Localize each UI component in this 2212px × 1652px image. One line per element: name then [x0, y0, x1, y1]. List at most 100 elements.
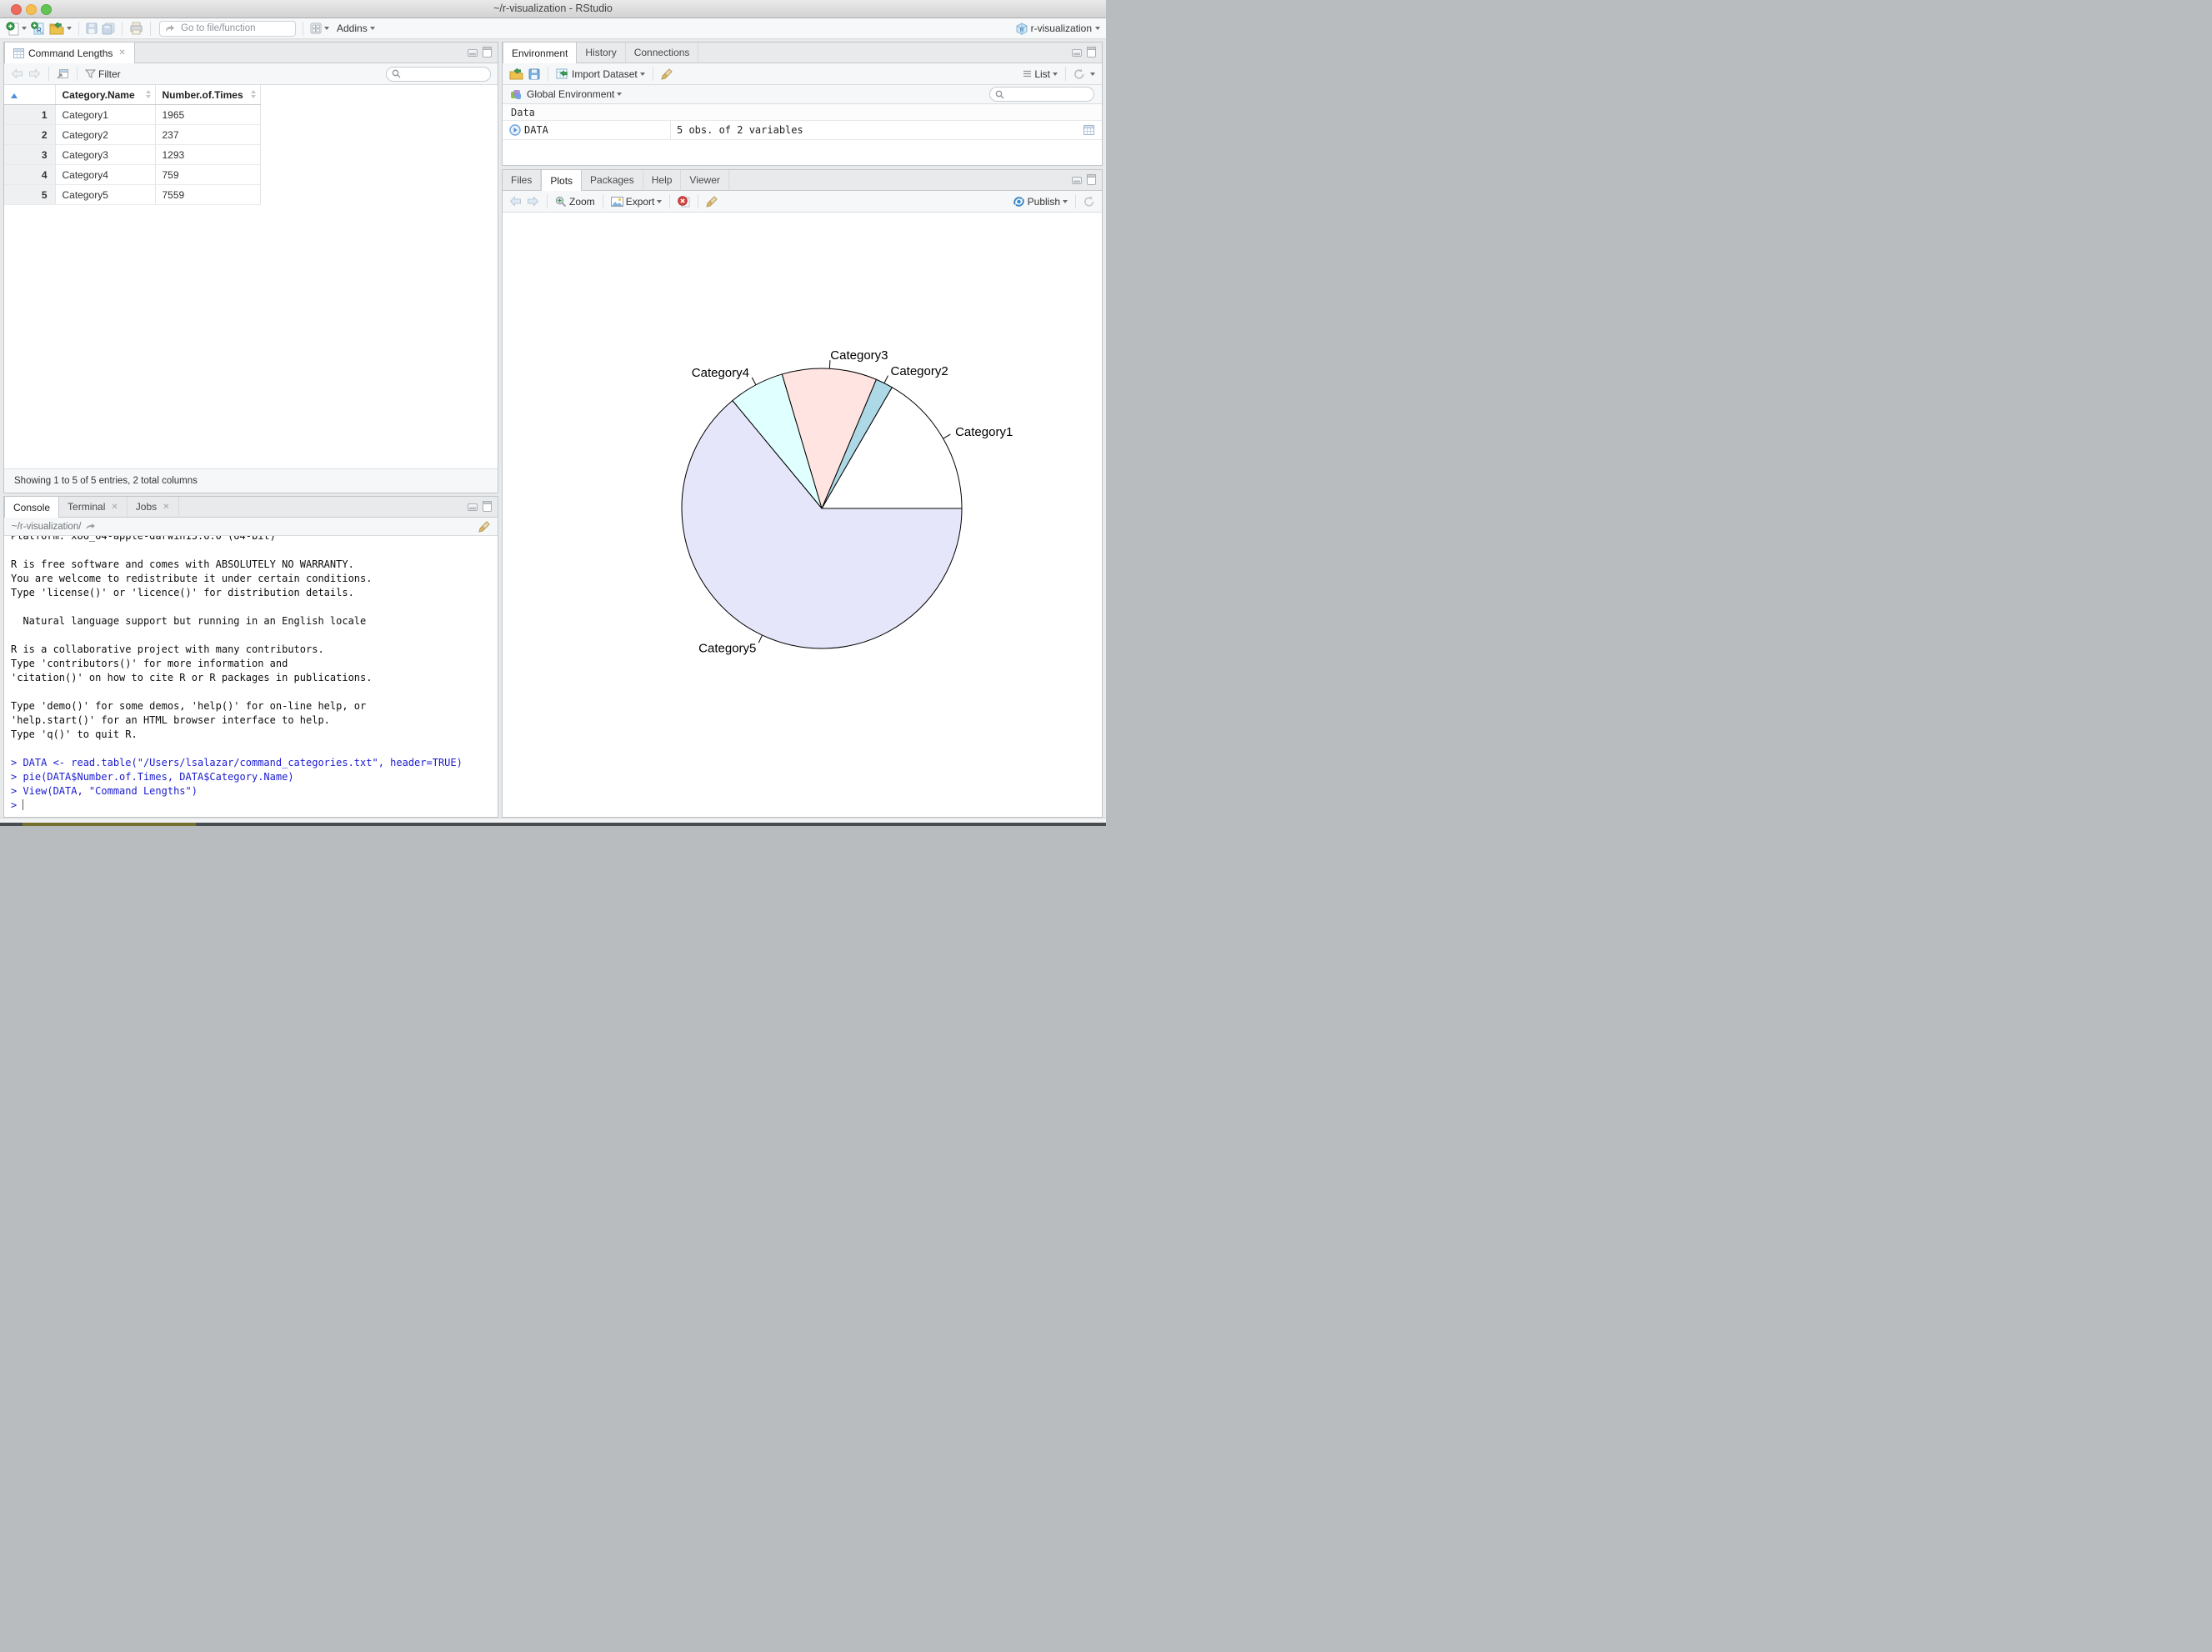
chevron-down-icon: [639, 72, 645, 76]
environment-object-row[interactable]: DATA 5 obs. of 2 variables: [503, 121, 1102, 140]
data-cell: 1965: [155, 104, 261, 125]
environment-search-input[interactable]: [1008, 88, 1088, 100]
column-header-number-of-times[interactable]: Number.of.Times: [155, 85, 261, 105]
publish-icon: [1013, 196, 1025, 208]
filter-button[interactable]: Filter: [84, 68, 121, 80]
new-project-button[interactable]: R: [31, 21, 45, 36]
data-table-icon: [13, 48, 24, 58]
clear-workspace-icon[interactable]: [661, 68, 673, 80]
rstudio-window: ~/r-visualization - RStudio R Go to file…: [0, 0, 1106, 826]
addins-button[interactable]: Addins: [337, 23, 375, 34]
open-in-window-icon[interactable]: [57, 68, 69, 79]
console-line: Natural language support but running in …: [11, 615, 367, 627]
console-line: R is a collaborative project with many c…: [11, 643, 324, 655]
chevron-down-icon: [67, 27, 72, 30]
toolbar-separator: [669, 194, 671, 208]
goto-file-input[interactable]: [179, 23, 290, 34]
publish-button[interactable]: Publish: [1013, 196, 1068, 208]
maximize-pane-icon[interactable]: [483, 47, 492, 58]
maximize-pane-icon[interactable]: [1087, 47, 1096, 58]
row-number-cell: 1: [4, 104, 56, 125]
chevron-down-icon: [1090, 72, 1095, 76]
zoom-plot-button[interactable]: Zoom: [555, 196, 595, 208]
console-output[interactable]: Platform: x86_64-apple-darwin15.6.0 (64-…: [4, 536, 498, 816]
console-line: Type 'demo()' for some demos, 'help()' f…: [11, 700, 367, 712]
environment-search-box[interactable]: [989, 87, 1094, 102]
sort-ascending-icon: [11, 93, 18, 98]
close-icon[interactable]: ✕: [111, 503, 118, 512]
goto-directory-icon[interactable]: [85, 523, 96, 531]
toolbar-separator: [77, 67, 78, 81]
chevron-down-icon: [324, 27, 329, 30]
environment-scope-selector[interactable]: Global Environment: [527, 88, 623, 100]
previous-plot-icon[interactable]: [509, 196, 522, 207]
table-row[interactable]: 3 Category3 1293: [4, 144, 261, 165]
window-title: ~/r-visualization - RStudio: [493, 3, 613, 14]
title-bar: ~/r-visualization - RStudio: [0, 0, 1106, 18]
list-view-button[interactable]: List: [1023, 68, 1058, 80]
scope-label: Global Environment: [527, 88, 615, 100]
column-header-category-name[interactable]: Category.Name: [55, 85, 156, 105]
expand-object-icon[interactable]: [509, 124, 521, 136]
project-selector[interactable]: R r-visualization: [1016, 22, 1100, 35]
back-icon[interactable]: [11, 68, 23, 79]
new-file-icon: [6, 21, 19, 36]
table-row[interactable]: 2 Category2 237: [4, 124, 261, 145]
panes-layout-button[interactable]: [310, 23, 329, 34]
tab-jobs[interactable]: Jobs ✕: [128, 497, 179, 517]
open-file-button[interactable]: [49, 21, 72, 35]
tab-connections[interactable]: Connections: [626, 43, 699, 63]
tab-files[interactable]: Files: [503, 170, 542, 190]
save-all-icon[interactable]: [102, 23, 115, 35]
row-number-header[interactable]: [4, 85, 56, 105]
tab-viewer[interactable]: Viewer: [681, 170, 729, 190]
tab-plots[interactable]: Plots: [541, 170, 583, 191]
clear-console-icon[interactable]: [478, 520, 490, 533]
refresh-icon[interactable]: [1073, 68, 1085, 79]
table-search-box[interactable]: [386, 66, 491, 82]
sort-toggle-icon: [250, 89, 257, 99]
next-plot-icon[interactable]: [527, 196, 539, 207]
import-dataset-button[interactable]: Import Dataset: [556, 68, 645, 80]
maximize-pane-icon[interactable]: [483, 501, 492, 512]
close-icon[interactable]: ✕: [118, 48, 125, 58]
view-table-icon[interactable]: [1083, 125, 1094, 135]
table-row[interactable]: 5 Category5 7559: [4, 184, 261, 205]
data-cell: Category4: [55, 164, 156, 185]
working-directory: ~/r-visualization/: [12, 521, 82, 532]
data-cell: Category3: [55, 144, 156, 165]
tab-environment[interactable]: Environment: [503, 43, 578, 63]
tab-history[interactable]: History: [577, 43, 626, 63]
minimize-pane-icon[interactable]: [1072, 48, 1082, 57]
table-row[interactable]: 4 Category4 759: [4, 164, 261, 185]
data-cell: 237: [155, 124, 261, 145]
tab-terminal[interactable]: Terminal ✕: [59, 497, 128, 517]
tab-help[interactable]: Help: [643, 170, 682, 190]
minimize-pane-icon[interactable]: [468, 502, 478, 511]
remove-plot-icon[interactable]: [678, 195, 690, 208]
new-file-button[interactable]: [6, 21, 27, 36]
clear-all-plots-icon[interactable]: [706, 195, 718, 208]
refresh-plot-icon[interactable]: [1083, 196, 1095, 207]
forward-icon[interactable]: [28, 68, 41, 79]
maximize-pane-icon[interactable]: [1087, 174, 1096, 185]
pane-grid-icon: [310, 23, 322, 34]
print-icon[interactable]: [129, 22, 143, 35]
minimize-pane-icon[interactable]: [1072, 175, 1082, 184]
goto-file-box[interactable]: [159, 20, 296, 37]
tab-command-lengths[interactable]: Command Lengths ✕: [4, 43, 135, 63]
export-plot-button[interactable]: Export: [610, 196, 663, 208]
load-workspace-icon[interactable]: [509, 68, 523, 80]
tab-label: Terminal: [68, 501, 106, 513]
save-workspace-icon[interactable]: [528, 68, 540, 80]
close-icon[interactable]: ✕: [163, 503, 169, 512]
tab-console[interactable]: Console: [4, 497, 60, 518]
save-icon[interactable]: [86, 23, 98, 34]
tab-packages[interactable]: Packages: [582, 170, 643, 190]
table-search-input[interactable]: [404, 68, 485, 80]
table-row[interactable]: 1 Category1 1965: [4, 104, 261, 125]
minimize-pane-icon[interactable]: [468, 48, 478, 57]
environment-section-header: Data: [503, 104, 1102, 121]
